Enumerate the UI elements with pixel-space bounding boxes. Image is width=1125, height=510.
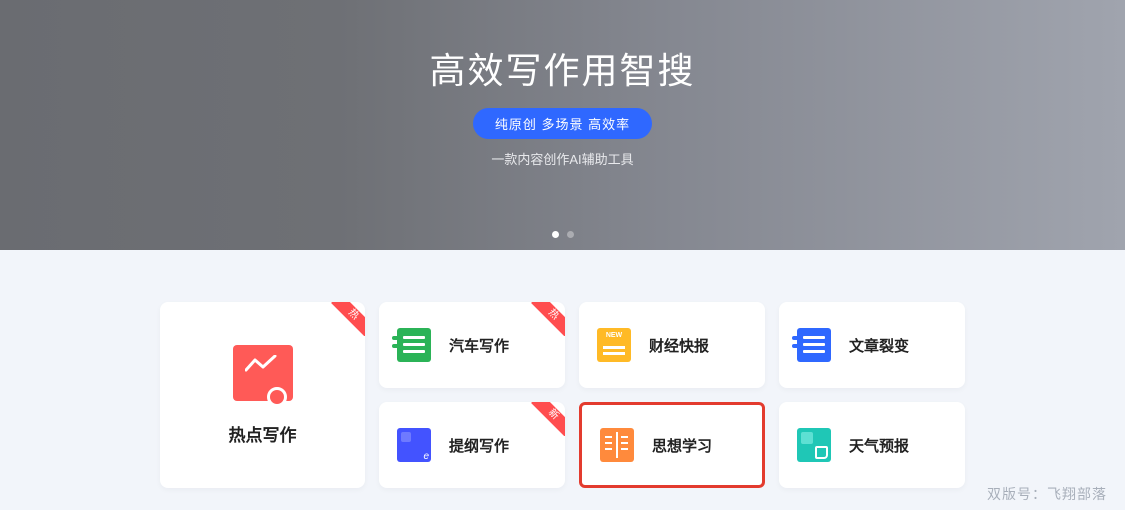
featured-card-label: 热点写作	[229, 421, 297, 446]
card-outline-writing[interactable]: 提纲写作	[379, 402, 565, 488]
featured-card-hot-writing[interactable]: 热点写作	[160, 302, 365, 488]
card-finance-news[interactable]: 财经快报	[579, 302, 765, 388]
watermark-text: 双版号：飞翔部落	[987, 484, 1107, 504]
cards-section: 热点写作 汽车写作 财经快报 文章裂变 提纲写作 思想学习 天气预报	[0, 250, 1125, 488]
hero-subtitle: 一款内容创作AI辅助工具	[491, 149, 633, 168]
chart-monitor-icon	[233, 345, 293, 401]
card-weather-forecast[interactable]: 天气预报	[779, 402, 965, 488]
thought-icon	[600, 428, 634, 462]
card-thought-study[interactable]: 思想学习	[579, 402, 765, 488]
card-label: 提纲写作	[449, 435, 509, 456]
split-icon	[797, 328, 831, 362]
weather-icon	[797, 428, 831, 462]
card-article-split[interactable]: 文章裂变	[779, 302, 965, 388]
car-icon	[397, 328, 431, 362]
carousel-dots[interactable]	[552, 231, 574, 238]
card-label: 天气预报	[849, 435, 909, 456]
finance-icon	[597, 328, 631, 362]
ribbon-hot	[531, 302, 565, 336]
card-label: 文章裂变	[849, 335, 909, 356]
ribbon-new	[531, 402, 565, 436]
hero-tagline-pill: 纯原创 多场景 高效率	[473, 108, 652, 139]
carousel-dot-1[interactable]	[552, 231, 559, 238]
cards-grid: 汽车写作 财经快报 文章裂变 提纲写作 思想学习 天气预报	[379, 302, 965, 488]
card-label: 财经快报	[649, 335, 709, 356]
hero-title: 高效写作用智搜	[429, 42, 695, 94]
card-car-writing[interactable]: 汽车写作	[379, 302, 565, 388]
outline-icon	[397, 428, 431, 462]
carousel-dot-2[interactable]	[567, 231, 574, 238]
ribbon-hot	[331, 302, 365, 336]
card-label: 思想学习	[652, 435, 712, 456]
hero-banner: 高效写作用智搜 纯原创 多场景 高效率 一款内容创作AI辅助工具	[0, 0, 1125, 250]
card-label: 汽车写作	[449, 335, 509, 356]
